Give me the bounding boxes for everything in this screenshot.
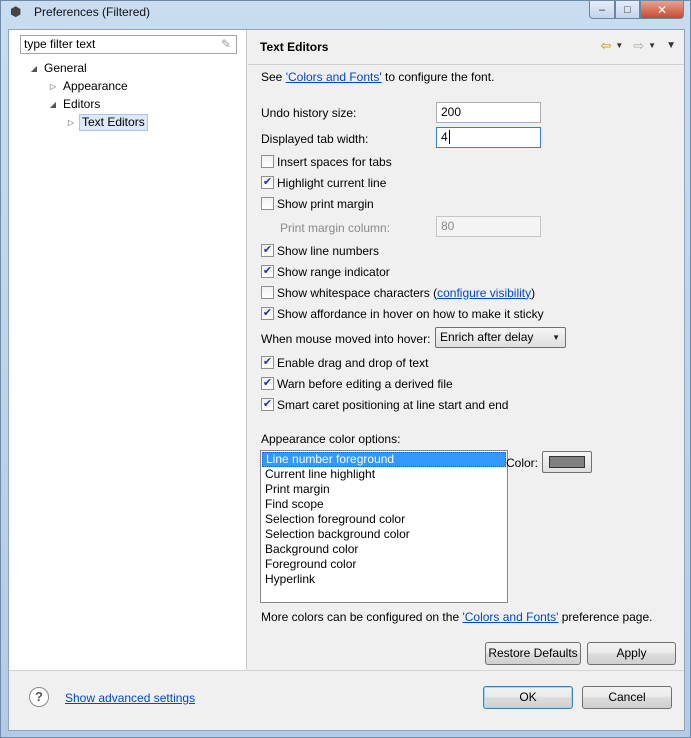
checkbox-checked[interactable]: ✔ [261, 377, 274, 390]
text-caret [448, 130, 450, 144]
configure-visibility-link[interactable]: configure visibility [437, 286, 531, 300]
cancel-button[interactable]: Cancel [582, 686, 672, 709]
app-icon: ⬢ [10, 4, 22, 19]
collapsed-arrow-icon[interactable]: ▷ [66, 114, 76, 131]
more-colors-text: More colors can be configured on the 'Co… [261, 610, 653, 624]
tree-item-label: Appearance [63, 79, 128, 93]
insert-spaces-checkbox[interactable]: Insert spaces for tabs [261, 154, 392, 169]
restore-defaults-button[interactable]: Restore Defaults [485, 642, 581, 665]
print-margin-checkbox[interactable]: Show print margin [261, 196, 374, 211]
filter-text: type filter text [24, 37, 96, 51]
footer-separator [9, 670, 684, 671]
undo-history-input[interactable]: 200 [436, 102, 541, 123]
checkbox-checked[interactable]: ✔ [261, 307, 274, 320]
list-item[interactable]: Print margin [262, 482, 506, 497]
warn-derived-checkbox[interactable]: ✔ Warn before editing a derived file [261, 376, 453, 391]
list-item[interactable]: Selection foreground color [262, 512, 506, 527]
list-item[interactable]: Current line highlight [262, 467, 506, 482]
dialog-body: type filter text ✎ ◢ General ▷ Appearanc… [8, 29, 685, 731]
whitespace-checkbox[interactable]: Show whitespace characters (configure vi… [261, 285, 535, 300]
affordance-checkbox[interactable]: ✔ Show affordance in hover on how to make… [261, 306, 544, 321]
collapsed-arrow-icon[interactable]: ▷ [48, 78, 58, 95]
ok-button[interactable]: OK [483, 686, 573, 709]
page-navigation: ⇦ ▼ ⇨ ▼ ▼ [600, 38, 676, 54]
list-item[interactable]: Line number foreground [262, 452, 506, 467]
maximize-button[interactable]: □ [615, 1, 640, 19]
drag-drop-checkbox[interactable]: ✔ Enable drag and drop of text [261, 355, 428, 370]
back-arrow-icon[interactable]: ⇦ [600, 38, 611, 54]
tree-item-label: Text Editors [79, 114, 148, 131]
print-margin-column-label: Print margin column: [280, 221, 391, 235]
forward-menu-chevron-icon[interactable]: ▼ [648, 38, 656, 54]
checkbox-unchecked[interactable] [261, 155, 274, 168]
view-menu-icon[interactable]: ▼ [666, 38, 676, 54]
checkbox-unchecked[interactable] [261, 197, 274, 210]
checkbox-checked[interactable]: ✔ [261, 265, 274, 278]
smart-caret-checkbox[interactable]: ✔ Smart caret positioning at line start a… [261, 397, 508, 412]
hover-select[interactable]: Enrich after delay ▼ [435, 327, 566, 348]
tree-item-label: Editors [63, 97, 101, 111]
print-margin-column-input[interactable]: 80 [436, 216, 541, 237]
checkbox-unchecked[interactable] [261, 286, 274, 299]
clear-filter-icon[interactable]: ✎ [219, 37, 233, 52]
filter-input[interactable]: type filter text ✎ [20, 35, 237, 54]
apply-button[interactable]: Apply [587, 642, 676, 665]
appearance-options-label: Appearance color options: [261, 432, 401, 446]
page-title: Text Editors [260, 40, 329, 54]
tab-width-input[interactable]: 4 [436, 127, 541, 148]
expanded-arrow-icon[interactable]: ◢ [29, 60, 39, 77]
show-advanced-settings-link[interactable]: Show advanced settings [65, 691, 195, 705]
window-title: Preferences (Filtered) [34, 5, 151, 19]
list-item[interactable]: Find scope [262, 497, 506, 512]
checkbox-checked[interactable]: ✔ [261, 244, 274, 257]
color-label: Color: [506, 456, 539, 470]
checkbox-checked[interactable]: ✔ [261, 398, 274, 411]
preference-tree-pane: type filter text ✎ ◢ General ▷ Appearanc… [9, 30, 247, 670]
back-menu-chevron-icon[interactable]: ▼ [615, 38, 623, 54]
preferences-window: ⬢ Preferences (Filtered) – □ ✕ type filt… [0, 0, 691, 738]
text-editors-page: Text Editors ⇦ ▼ ⇨ ▼ ▼ See 'Colors and F… [248, 30, 684, 670]
title-bar[interactable]: ⬢ Preferences (Filtered) – □ ✕ [1, 1, 690, 23]
range-indicator-checkbox[interactable]: ✔ Show range indicator [261, 264, 390, 279]
window-controls: – □ ✕ [589, 1, 684, 19]
color-swatch [549, 456, 585, 468]
chevron-down-icon: ▼ [552, 333, 560, 342]
list-item[interactable]: Hyperlink [262, 572, 506, 587]
line-numbers-checkbox[interactable]: ✔ Show line numbers [261, 243, 379, 258]
close-button[interactable]: ✕ [640, 1, 684, 19]
colors-fonts-link-bottom[interactable]: 'Colors and Fonts' [462, 610, 558, 624]
font-info-text: See 'Colors and Fonts' to configure the … [261, 70, 495, 84]
title-separator [248, 64, 684, 65]
tree-item-label: General [44, 61, 87, 75]
checkbox-checked[interactable]: ✔ [261, 176, 274, 189]
highlight-line-checkbox[interactable]: ✔ Highlight current line [261, 175, 386, 190]
minimize-button[interactable]: – [589, 1, 615, 19]
help-icon[interactable]: ? [29, 687, 49, 707]
list-item[interactable]: Background color [262, 542, 506, 557]
hover-label: When mouse moved into hover: [261, 332, 431, 346]
tab-width-label: Displayed tab width: [261, 132, 369, 146]
undo-history-label: Undo history size: [261, 106, 357, 120]
forward-arrow-icon[interactable]: ⇨ [633, 38, 644, 54]
list-item[interactable]: Foreground color [262, 557, 506, 572]
checkbox-checked[interactable]: ✔ [261, 356, 274, 369]
colors-fonts-link[interactable]: 'Colors and Fonts' [286, 70, 382, 84]
list-item[interactable]: Selection background color [262, 527, 506, 542]
color-picker-button[interactable] [542, 451, 592, 473]
expanded-arrow-icon[interactable]: ◢ [48, 96, 58, 113]
color-options-list[interactable]: Line number foreground Current line high… [260, 450, 508, 603]
